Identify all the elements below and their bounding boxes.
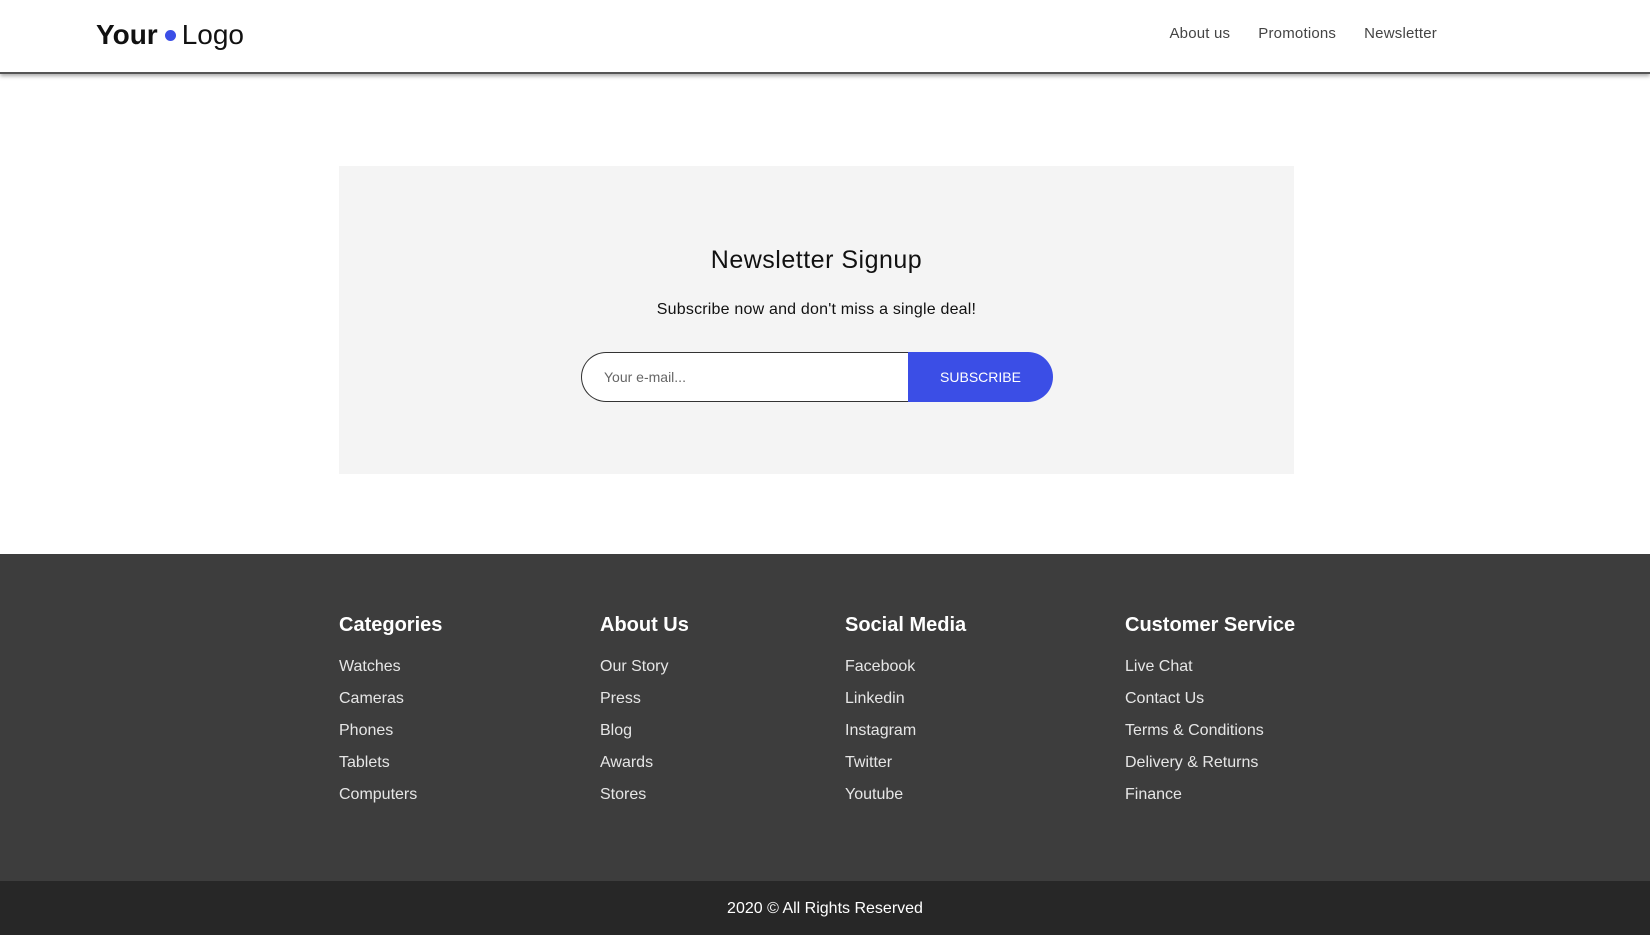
footer-link-tablets[interactable]: Tablets	[339, 747, 442, 779]
footer-column-title: Social Media	[845, 614, 967, 636]
footer-column-categories: Categories Watches Cameras Phones Tablet…	[339, 614, 442, 811]
footer-link-youtube[interactable]: Youtube	[845, 779, 966, 811]
footer-link-twitter[interactable]: Twitter	[845, 747, 966, 779]
nav-link-promotions[interactable]: Promotions	[1258, 25, 1336, 42]
logo-text: Logo	[181, 19, 244, 50]
email-input[interactable]	[581, 352, 908, 402]
footer-link-contact-us[interactable]: Contact Us	[1125, 683, 1295, 715]
copyright-bar: 2020 © All Rights Reserved	[0, 881, 1650, 935]
subscribe-button[interactable]: SUBSCRIBE	[908, 352, 1053, 402]
footer-link-press[interactable]: Press	[600, 683, 689, 715]
footer-link-live-chat[interactable]: Live Chat	[1125, 651, 1295, 683]
site-footer: Categories Watches Cameras Phones Tablet…	[0, 554, 1650, 881]
footer-column-title: Categories	[339, 614, 443, 636]
logo-dot-icon	[164, 29, 176, 41]
footer-column-social-media: Social Media Facebook Linkedin Instagram…	[845, 614, 966, 811]
footer-link-cameras[interactable]: Cameras	[339, 683, 442, 715]
logo[interactable]: Your Logo	[96, 18, 244, 52]
logo-bold-text: Your	[96, 19, 158, 50]
footer-link-finance[interactable]: Finance	[1125, 779, 1295, 811]
footer-column-customer-service: Customer Service Live Chat Contact Us Te…	[1125, 614, 1295, 811]
signup-subtitle: Subscribe now and don't miss a single de…	[656, 301, 977, 318]
footer-link-linkedin[interactable]: Linkedin	[845, 683, 966, 715]
footer-link-our-story[interactable]: Our Story	[600, 651, 689, 683]
main-nav: About us Promotions Newsletter	[1169, 25, 1437, 42]
footer-column-title: Customer Service	[1125, 614, 1296, 636]
newsletter-signup-panel: Newsletter Signup Subscribe now and don'…	[339, 166, 1294, 474]
subscribe-form: SUBSCRIBE	[581, 352, 1053, 402]
nav-link-about-us[interactable]: About us	[1169, 25, 1230, 42]
footer-link-terms[interactable]: Terms & Conditions	[1125, 715, 1295, 747]
copyright-text: 2020 © All Rights Reserved	[727, 900, 923, 917]
nav-link-newsletter[interactable]: Newsletter	[1364, 25, 1437, 42]
footer-column-title: About Us	[600, 614, 689, 636]
footer-link-phones[interactable]: Phones	[339, 715, 442, 747]
footer-link-awards[interactable]: Awards	[600, 747, 689, 779]
footer-link-watches[interactable]: Watches	[339, 651, 442, 683]
footer-link-delivery-returns[interactable]: Delivery & Returns	[1125, 747, 1295, 779]
footer-link-instagram[interactable]: Instagram	[845, 715, 966, 747]
footer-link-blog[interactable]: Blog	[600, 715, 689, 747]
footer-link-computers[interactable]: Computers	[339, 779, 442, 811]
footer-link-facebook[interactable]: Facebook	[845, 651, 966, 683]
signup-title: Newsletter Signup	[710, 246, 923, 274]
footer-link-stores[interactable]: Stores	[600, 779, 689, 811]
site-header: Your Logo About us Promotions Newsletter	[0, 0, 1650, 74]
footer-column-about-us: About Us Our Story Press Blog Awards Sto…	[600, 614, 689, 811]
